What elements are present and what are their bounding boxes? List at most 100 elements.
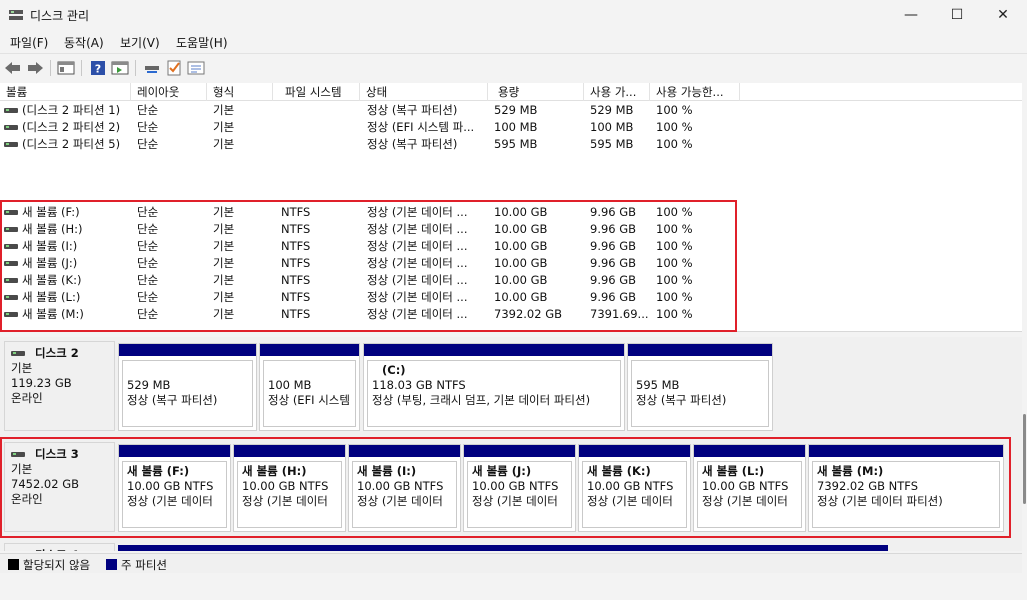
vol-percent-free: 100 % xyxy=(656,205,693,219)
vol-layout: 단순 xyxy=(137,120,159,134)
menu-file[interactable]: 파일(F) xyxy=(10,34,48,51)
col-percent-free[interactable]: 사용 가능한... xyxy=(650,83,740,101)
partition-status: 정상 (복구 파티션) xyxy=(127,393,218,407)
help-icon: ? xyxy=(91,61,105,76)
volume-row[interactable]: 새 볼륨 (I:) 단순 기본 NTFS 정상 (기본 데이터 ... 10.00 GB 9… xyxy=(0,238,740,255)
vol-percent-free: 100 % xyxy=(656,239,693,253)
disk-name-text: 디스크 2 xyxy=(35,346,79,360)
partition-block[interactable]: 595 MB 정상 (복구 파티션) xyxy=(627,343,773,431)
disk-label[interactable]: 디스크 3 기본 7452.02 GB 온라인 xyxy=(4,442,115,532)
help-button[interactable]: ? xyxy=(88,58,108,78)
vol-free: 9.96 GB xyxy=(590,239,637,253)
partition-body: 새 볼륨 (L:) 10.00 GB NTFS 정상 (기본 데이터 xyxy=(697,461,802,528)
partition-block[interactable]: 100 MB 정상 (EFI 시스템 xyxy=(259,343,360,431)
vol-type: 기본 xyxy=(213,273,235,287)
vol-type: 기본 xyxy=(213,103,235,117)
vol-type: 기본 xyxy=(213,205,235,219)
vol-status: 정상 (기본 데이터 ... xyxy=(367,307,468,321)
forward-arrow-icon xyxy=(28,62,43,74)
disk-view-scrollbar[interactable] xyxy=(1022,337,1027,551)
maximize-button[interactable]: ☐ xyxy=(934,0,980,30)
col-status[interactable]: 상태 xyxy=(360,83,488,101)
vol-status: 정상 (기본 데이터 ... xyxy=(367,222,468,236)
vol-capacity: 7392.02 GB xyxy=(494,307,563,321)
disk-graphical-view: 디스크 2 기본 119.23 GB 온라인 529 MB 정상 (복구 파티션) 100 … xyxy=(0,337,1022,551)
partition-block[interactable]: 새 볼륨 (J:) 10.00 GB NTFS 정상 (기본 데이터 xyxy=(463,444,576,532)
partition-block[interactable]: 새 볼륨 (K:) 10.00 GB NTFS 정상 (기본 데이터 xyxy=(578,444,691,532)
col-filesystem[interactable]: 파일 시스템 xyxy=(273,83,360,101)
disk-view-scroll-thumb[interactable] xyxy=(1023,414,1026,504)
drive-icon xyxy=(4,261,18,266)
volume-row[interactable]: (디스크 2 파티션 1) 단순 기본 정상 (복구 파티션) 529 MB 529 MB… xyxy=(0,102,740,119)
vol-capacity: 10.00 GB xyxy=(494,205,548,219)
partition-name: 새 볼륨 (F:) xyxy=(127,464,190,478)
col-layout[interactable]: 레이아웃 xyxy=(131,83,207,101)
vol-type: 기본 xyxy=(213,307,235,321)
disk-connect-icon xyxy=(145,66,159,73)
menu-help[interactable]: 도움말(H) xyxy=(176,34,228,51)
vol-filesystem: NTFS xyxy=(281,256,311,270)
forward-button[interactable] xyxy=(25,58,45,78)
view-properties-button[interactable] xyxy=(186,58,206,78)
partition-block[interactable]: 새 볼륨 (F:) 10.00 GB NTFS 정상 (기본 데이터 xyxy=(118,444,231,532)
partition-body: 새 볼륨 (H:) 10.00 GB NTFS 정상 (기본 데이터 xyxy=(237,461,342,528)
disk-label[interactable]: 디스크 2 기본 119.23 GB 온라인 xyxy=(4,341,115,431)
vol-name: 새 볼륨 (K:) xyxy=(22,273,82,287)
vol-percent-free: 100 % xyxy=(656,256,693,270)
vol-status: 정상 (EFI 시스템 파... xyxy=(367,120,475,134)
volume-row[interactable]: 새 볼륨 (M:) 단순 기본 NTFS 정상 (기본 데이터 ... 7392.02 G… xyxy=(0,306,740,323)
vol-free: 9.96 GB xyxy=(590,222,637,236)
volume-row[interactable]: 새 볼륨 (F:) 단순 기본 NTFS 정상 (기본 데이터 ... 10.00 GB 9… xyxy=(0,204,740,221)
col-free[interactable]: 사용 가... xyxy=(584,83,650,101)
back-button[interactable] xyxy=(3,58,23,78)
vol-free: 100 MB xyxy=(590,120,634,134)
col-type[interactable]: 형식 xyxy=(207,83,273,101)
action-pane-button[interactable] xyxy=(110,58,130,78)
partition-block[interactable]: 새 볼륨 (L:) 10.00 GB NTFS 정상 (기본 데이터 xyxy=(693,444,806,532)
vol-type: 기본 xyxy=(213,256,235,270)
vol-free: 9.96 GB xyxy=(590,205,637,219)
volume-list-scrollbar[interactable] xyxy=(1022,83,1027,332)
vol-percent-free: 100 % xyxy=(656,307,693,321)
partition-block[interactable]: 새 볼륨 (M:) 7392.02 GB NTFS 정상 (기본 데이터 파티션) xyxy=(808,444,1004,532)
vol-status: 정상 (기본 데이터 ... xyxy=(367,290,468,304)
partition-block[interactable]: 529 MB 정상 (복구 파티션) xyxy=(118,343,257,431)
primary-partition-bar xyxy=(579,445,690,457)
disk4-partition-bar[interactable] xyxy=(118,545,888,551)
disk-drive-icon xyxy=(11,452,25,457)
check-properties-button[interactable] xyxy=(164,58,184,78)
vol-percent-free: 100 % xyxy=(656,273,693,287)
partition-body: 새 볼륨 (M:) 7392.02 GB NTFS 정상 (기본 데이터 파티션) xyxy=(812,461,1000,528)
minimize-button[interactable]: — xyxy=(888,0,934,30)
vol-capacity: 10.00 GB xyxy=(494,222,548,236)
vol-capacity: 100 MB xyxy=(494,120,538,134)
connect-disk-button[interactable] xyxy=(142,58,162,78)
partition-block[interactable]: 새 볼륨 (I:) 10.00 GB NTFS 정상 (기본 데이터 xyxy=(348,444,461,532)
vol-percent-free: 100 % xyxy=(656,222,693,236)
close-button[interactable]: ✕ xyxy=(980,0,1026,30)
volume-row[interactable]: 새 볼륨 (K:) 단순 기본 NTFS 정상 (기본 데이터 ... 10.00 GB 9… xyxy=(0,272,740,289)
disk-label[interactable]: 디스크 4 xyxy=(4,543,115,551)
vol-layout: 단순 xyxy=(137,273,159,287)
volume-row[interactable]: (디스크 2 파티션 5) 단순 기본 정상 (복구 파티션) 595 MB 595 MB… xyxy=(0,136,740,153)
volume-row[interactable]: (디스크 2 파티션 2) 단순 기본 정상 (EFI 시스템 파... 100 MB 1… xyxy=(0,119,740,136)
col-capacity[interactable]: 용량 xyxy=(488,83,584,101)
partition-name xyxy=(268,363,351,378)
primary-partition-bar xyxy=(809,445,1003,457)
primary-partition-bar xyxy=(234,445,345,457)
menu-action[interactable]: 동작(A) xyxy=(64,34,104,51)
col-volume[interactable]: 볼륨 xyxy=(0,83,131,101)
volume-row[interactable]: 새 볼륨 (H:) 단순 기본 NTFS 정상 (기본 데이터 ... 10.00 GB 9… xyxy=(0,221,740,238)
minimize-icon: — xyxy=(904,7,918,23)
disk-state: 온라인 xyxy=(11,391,43,405)
partition-block[interactable]: 새 볼륨 (H:) 10.00 GB NTFS 정상 (기본 데이터 xyxy=(233,444,346,532)
console-tree-button[interactable] xyxy=(56,58,76,78)
partition-block[interactable]: (C:) 118.03 GB NTFS 정상 (부팅, 크래시 덤프, 기본 데이터… xyxy=(363,343,625,431)
menu-view[interactable]: 보기(V) xyxy=(120,34,160,51)
vol-capacity: 529 MB xyxy=(494,103,538,117)
volume-row[interactable]: 새 볼륨 (L:) 단순 기본 NTFS 정상 (기본 데이터 ... 10.00 GB 9… xyxy=(0,289,740,306)
volume-row[interactable]: 새 볼륨 (J:) 단순 기본 NTFS 정상 (기본 데이터 ... 10.00 GB 9… xyxy=(0,255,740,272)
partition-size: 10.00 GB NTFS xyxy=(357,479,444,493)
partition-body: (C:) 118.03 GB NTFS 정상 (부팅, 크래시 덤프, 기본 데이터… xyxy=(367,360,621,427)
partition-name xyxy=(636,363,764,378)
